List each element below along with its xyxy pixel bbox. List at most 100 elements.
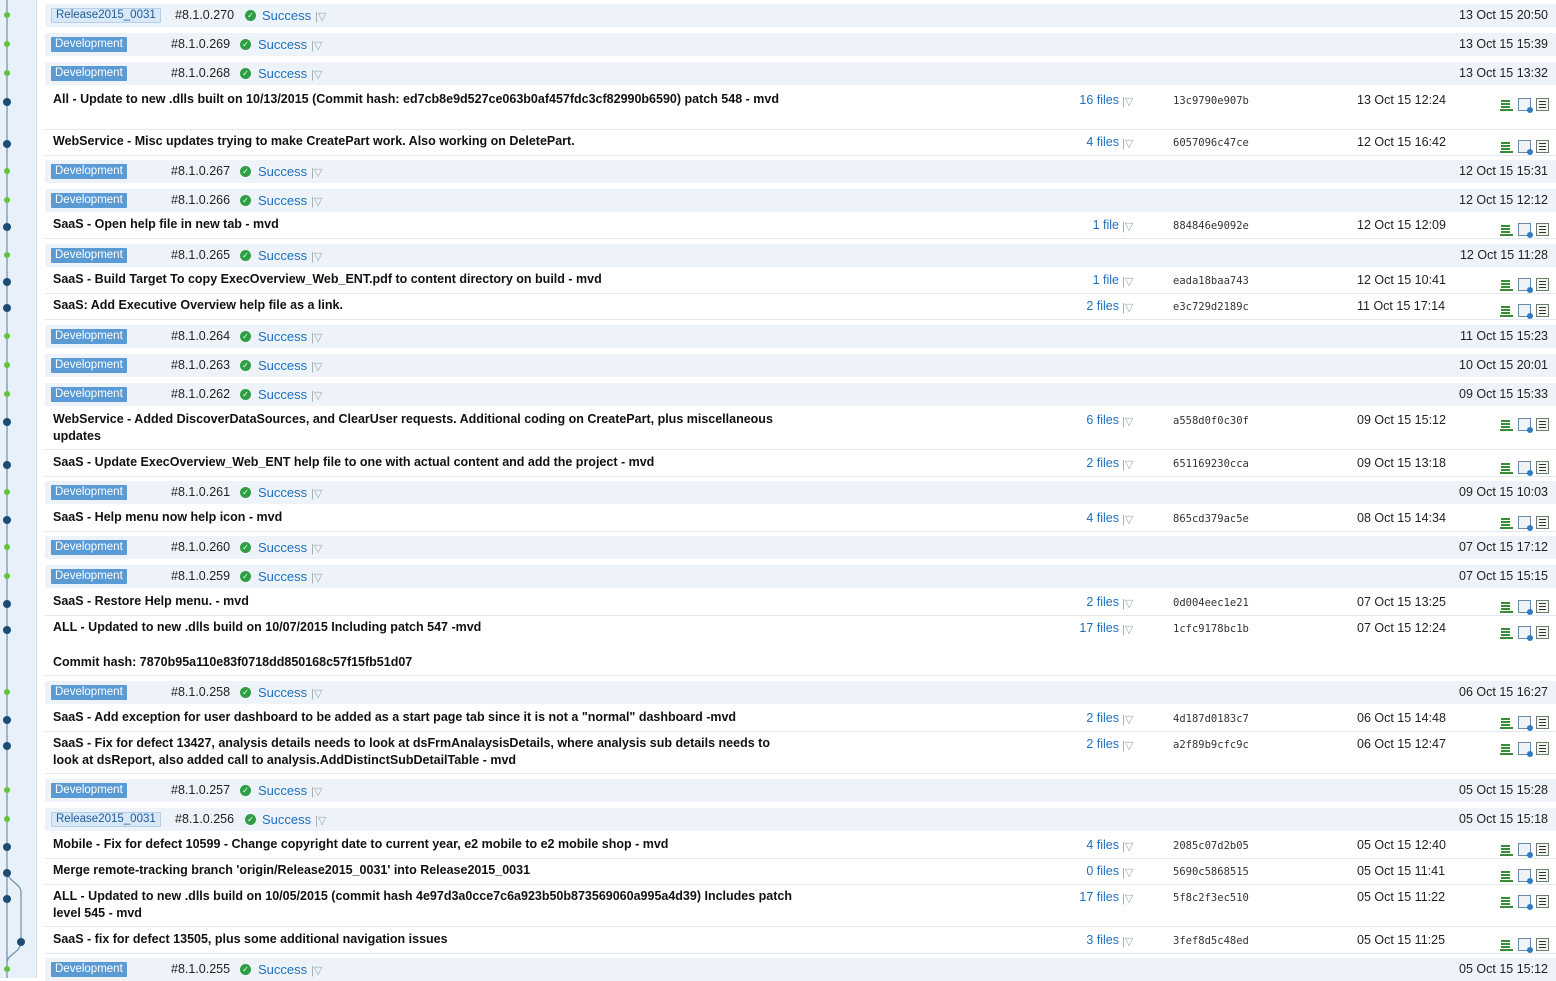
commit-message[interactable]: SaaS - Help menu now help icon - mvd — [53, 509, 793, 526]
compare-icon[interactable] — [1536, 278, 1549, 291]
chevron-down-icon[interactable]: |▽ — [311, 195, 322, 208]
compare-icon[interactable] — [1536, 742, 1549, 755]
build-status[interactable]: Success — [258, 193, 307, 208]
build-row[interactable]: Development #8.1.0.264 ✓ Success |▽ 11 Oct 15… — [45, 324, 1556, 348]
build-row[interactable]: Development #8.1.0.259 ✓ Success |▽ 07 Oct 15… — [45, 564, 1556, 588]
build-status[interactable]: Success — [258, 540, 307, 555]
changed-files-link[interactable]: 6 files — [1039, 413, 1119, 427]
changes-icon[interactable] — [1500, 869, 1513, 882]
build-number[interactable]: #8.1.0.255 — [171, 962, 230, 976]
commit-message[interactable]: ALL - Updated to new .dlls build on 10/0… — [53, 619, 793, 636]
commit-hash[interactable]: 651169230cca — [1173, 458, 1249, 470]
chevron-down-icon[interactable]: |▽ — [1122, 840, 1133, 853]
chevron-down-icon[interactable]: |▽ — [311, 360, 322, 373]
commit-row[interactable]: SaaS - Open help file in new tab - mvd 1 … — [45, 215, 1556, 239]
build-number[interactable]: #8.1.0.269 — [171, 37, 230, 51]
pin-icon[interactable] — [1518, 98, 1533, 113]
branch-tag[interactable]: Release2015_0031 — [51, 812, 161, 827]
chevron-down-icon[interactable]: |▽ — [1122, 275, 1133, 288]
changes-icon[interactable] — [1500, 626, 1513, 639]
build-row[interactable]: Development #8.1.0.267 ✓ Success |▽ 12 Oct 15… — [45, 159, 1556, 183]
build-row[interactable]: Development #8.1.0.268 ✓ Success |▽ 13 Oct 15… — [45, 61, 1556, 85]
pin-icon[interactable] — [1518, 742, 1533, 757]
pin-icon[interactable] — [1518, 418, 1533, 433]
build-row[interactable]: Development #8.1.0.261 ✓ Success |▽ 09 Oct 15… — [45, 480, 1556, 504]
commit-message[interactable]: WebService - Added DiscoverDataSources, … — [53, 411, 793, 445]
build-number[interactable]: #8.1.0.257 — [171, 783, 230, 797]
build-number[interactable]: #8.1.0.267 — [171, 164, 230, 178]
branch-tag[interactable]: Development — [51, 66, 127, 81]
commit-row[interactable]: Mobile - Fix for defect 10599 - Change c… — [45, 835, 1556, 859]
commit-row[interactable]: SaaS: Add Executive Overview help file a… — [45, 296, 1556, 320]
build-number[interactable]: #8.1.0.270 — [175, 8, 234, 22]
chevron-down-icon[interactable]: |▽ — [311, 39, 322, 52]
pin-icon[interactable] — [1518, 869, 1533, 884]
changed-files-link[interactable]: 17 files — [1039, 890, 1119, 904]
commit-hash[interactable]: 884846e9092e — [1173, 220, 1249, 232]
compare-icon[interactable] — [1536, 98, 1549, 111]
commit-row[interactable]: SaaS - Help menu now help icon - mvd 4 fi… — [45, 508, 1556, 532]
chevron-down-icon[interactable]: |▽ — [315, 10, 326, 23]
build-status[interactable]: Success — [258, 66, 307, 81]
changes-icon[interactable] — [1500, 461, 1513, 474]
chevron-down-icon[interactable]: |▽ — [311, 166, 322, 179]
changed-files-link[interactable]: 2 files — [1039, 299, 1119, 313]
pin-icon[interactable] — [1518, 140, 1533, 155]
chevron-down-icon[interactable]: |▽ — [1122, 892, 1133, 905]
compare-icon[interactable] — [1536, 843, 1549, 856]
commit-message[interactable]: Mobile - Fix for defect 10599 - Change c… — [53, 836, 793, 853]
changed-files-link[interactable]: 17 files — [1039, 621, 1119, 635]
build-number[interactable]: #8.1.0.262 — [171, 387, 230, 401]
commit-message[interactable]: SaaS - fix for defect 13505, plus some a… — [53, 931, 793, 948]
pin-icon[interactable] — [1518, 626, 1533, 641]
commit-message[interactable]: ALL - Updated to new .dlls build on 10/0… — [53, 888, 793, 922]
branch-tag[interactable]: Development — [51, 540, 127, 555]
chevron-down-icon[interactable]: |▽ — [311, 68, 322, 81]
build-status[interactable]: Success — [258, 164, 307, 179]
chevron-down-icon[interactable]: |▽ — [311, 571, 322, 584]
changes-icon[interactable] — [1500, 278, 1513, 291]
commit-row[interactable]: WebService - Misc updates trying to make… — [45, 132, 1556, 156]
build-number[interactable]: #8.1.0.264 — [171, 329, 230, 343]
build-number[interactable]: #8.1.0.258 — [171, 685, 230, 699]
commit-message[interactable]: SaaS - Fix for defect 13427, analysis de… — [53, 735, 793, 769]
chevron-down-icon[interactable]: |▽ — [1122, 713, 1133, 726]
build-status[interactable]: Success — [258, 685, 307, 700]
build-row[interactable]: Development #8.1.0.266 ✓ Success |▽ 12 Oct 15… — [45, 188, 1556, 212]
build-number[interactable]: #8.1.0.265 — [171, 248, 230, 262]
compare-icon[interactable] — [1536, 418, 1549, 431]
commit-message[interactable]: SaaS - Update ExecOverview_Web_ENT help … — [53, 454, 793, 471]
build-status[interactable]: Success — [258, 485, 307, 500]
pin-icon[interactable] — [1518, 895, 1533, 910]
compare-icon[interactable] — [1536, 626, 1549, 639]
build-status[interactable]: Success — [258, 329, 307, 344]
commit-message[interactable]: Merge remote-tracking branch 'origin/Rel… — [53, 862, 793, 879]
branch-tag[interactable]: Development — [51, 387, 127, 402]
changed-files-link[interactable]: 1 file — [1039, 273, 1119, 287]
commit-row[interactable]: ALL - Updated to new .dlls build on 10/0… — [45, 618, 1556, 676]
changed-files-link[interactable]: 1 file — [1039, 218, 1119, 232]
commit-hash[interactable]: 5690c5868515 — [1173, 866, 1249, 878]
pin-icon[interactable] — [1518, 716, 1533, 731]
chevron-down-icon[interactable]: |▽ — [311, 331, 322, 344]
changes-icon[interactable] — [1500, 516, 1513, 529]
commit-row[interactable]: Merge remote-tracking branch 'origin/Rel… — [45, 861, 1556, 885]
build-number[interactable]: #8.1.0.260 — [171, 540, 230, 554]
commit-hash[interactable]: 2085c07d2b05 — [1173, 840, 1249, 852]
commit-row[interactable]: All - Update to new .dlls built on 10/13… — [45, 90, 1556, 130]
commit-message[interactable]: SaaS - Open help file in new tab - mvd — [53, 216, 793, 233]
changes-icon[interactable] — [1500, 418, 1513, 431]
build-number[interactable]: #8.1.0.263 — [171, 358, 230, 372]
build-status[interactable]: Success — [262, 812, 311, 827]
branch-tag[interactable]: Development — [51, 962, 127, 977]
build-status[interactable]: Success — [258, 569, 307, 584]
branch-tag[interactable]: Development — [51, 193, 127, 208]
pin-icon[interactable] — [1518, 843, 1533, 858]
changes-icon[interactable] — [1500, 304, 1513, 317]
changes-icon[interactable] — [1500, 742, 1513, 755]
changes-icon[interactable] — [1500, 223, 1513, 236]
commit-hash[interactable]: e3c729d2189c — [1173, 301, 1249, 313]
commit-row[interactable]: SaaS - Update ExecOverview_Web_ENT help … — [45, 453, 1556, 477]
changes-icon[interactable] — [1500, 895, 1513, 908]
changed-files-link[interactable]: 0 files — [1039, 864, 1119, 878]
